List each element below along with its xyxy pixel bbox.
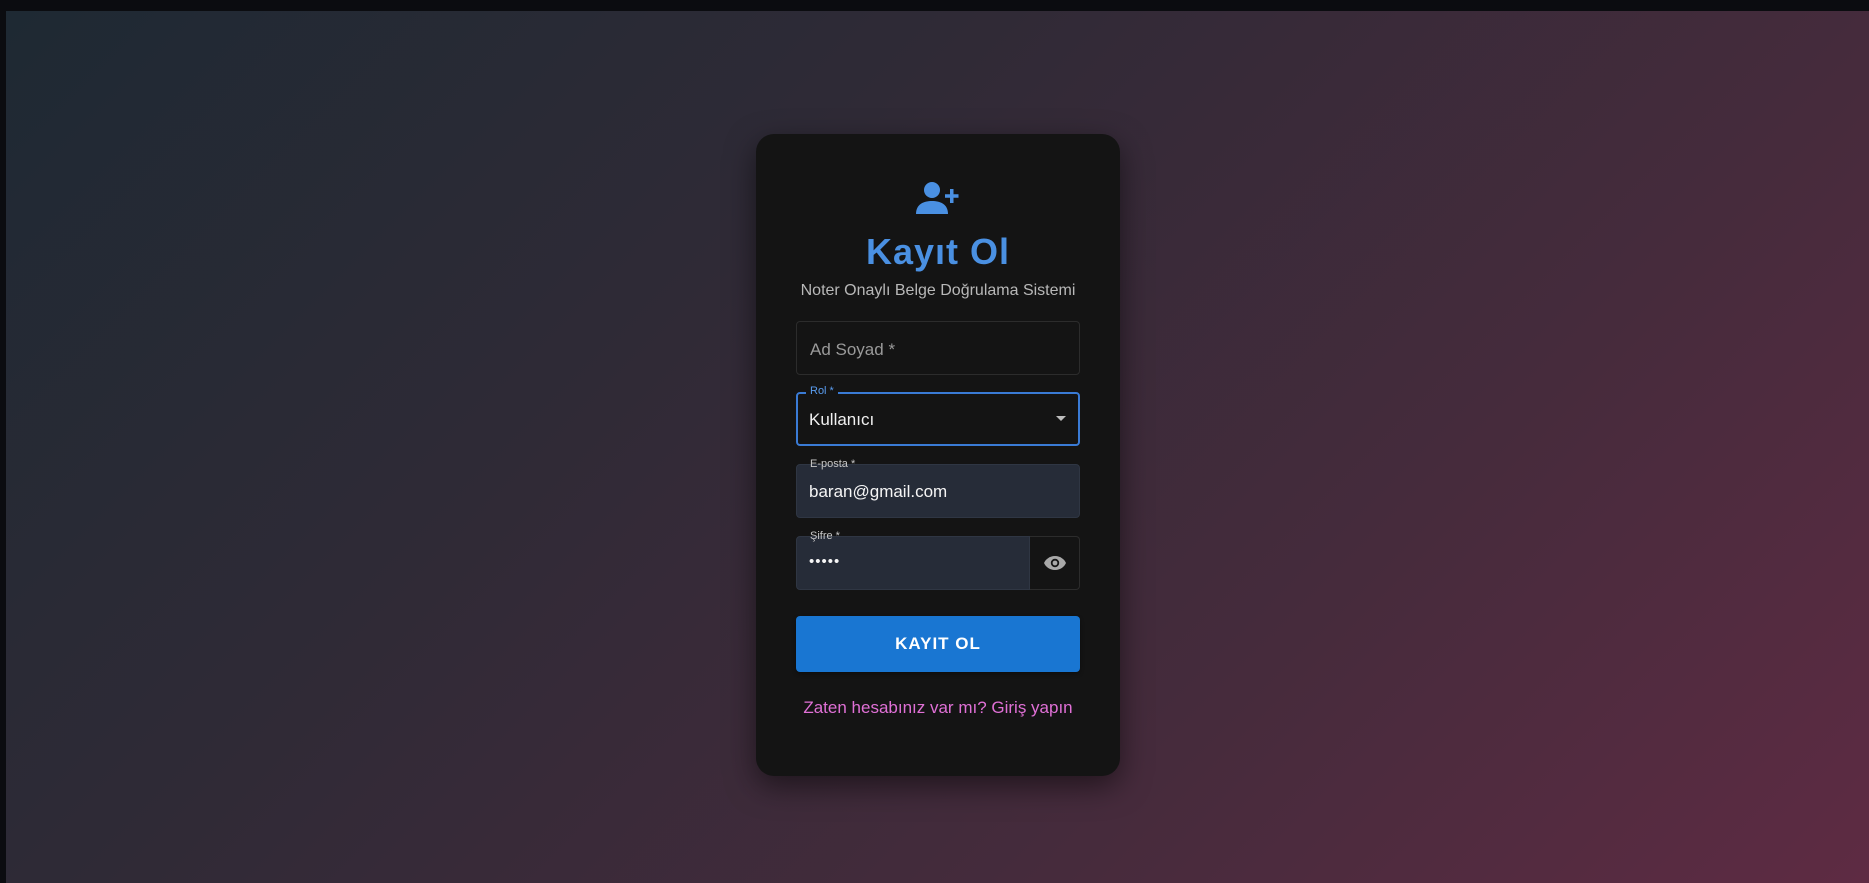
full-name-placeholder: Ad Soyad * (810, 340, 896, 359)
top-strip (0, 0, 1869, 11)
role-select[interactable]: Rol * Kullanıcı (796, 384, 1080, 446)
person-add-icon (914, 180, 962, 220)
chevron-down-icon (1056, 416, 1066, 421)
login-link[interactable]: Zaten hesabınız var mı? Giriş yapın (756, 698, 1120, 718)
role-label: Rol * (806, 384, 838, 398)
page-title: Kayıt Ol (865, 231, 1011, 272)
full-name-field[interactable]: Ad Soyad * (796, 321, 1080, 375)
password-label: Şifre * (810, 530, 840, 542)
role-value: Kullanıcı (809, 410, 875, 429)
password-value: ••••• (809, 553, 841, 570)
register-button[interactable]: KAYIT OL (796, 616, 1080, 672)
email-field[interactable]: E-posta * baran@gmail.com (796, 458, 1080, 518)
eye-icon (1043, 556, 1066, 570)
register-card: Kayıt Ol Noter Onaylı Belge Doğrulama Si… (756, 134, 1120, 776)
toggle-password-visibility-button[interactable] (1030, 536, 1080, 590)
page-subtitle: Noter Onaylı Belge Doğrulama Sistemi (800, 282, 1076, 299)
email-value: baran@gmail.com (809, 482, 948, 501)
password-field[interactable]: Şifre * ••••• (796, 530, 1030, 590)
email-label: E-posta * (810, 458, 856, 470)
